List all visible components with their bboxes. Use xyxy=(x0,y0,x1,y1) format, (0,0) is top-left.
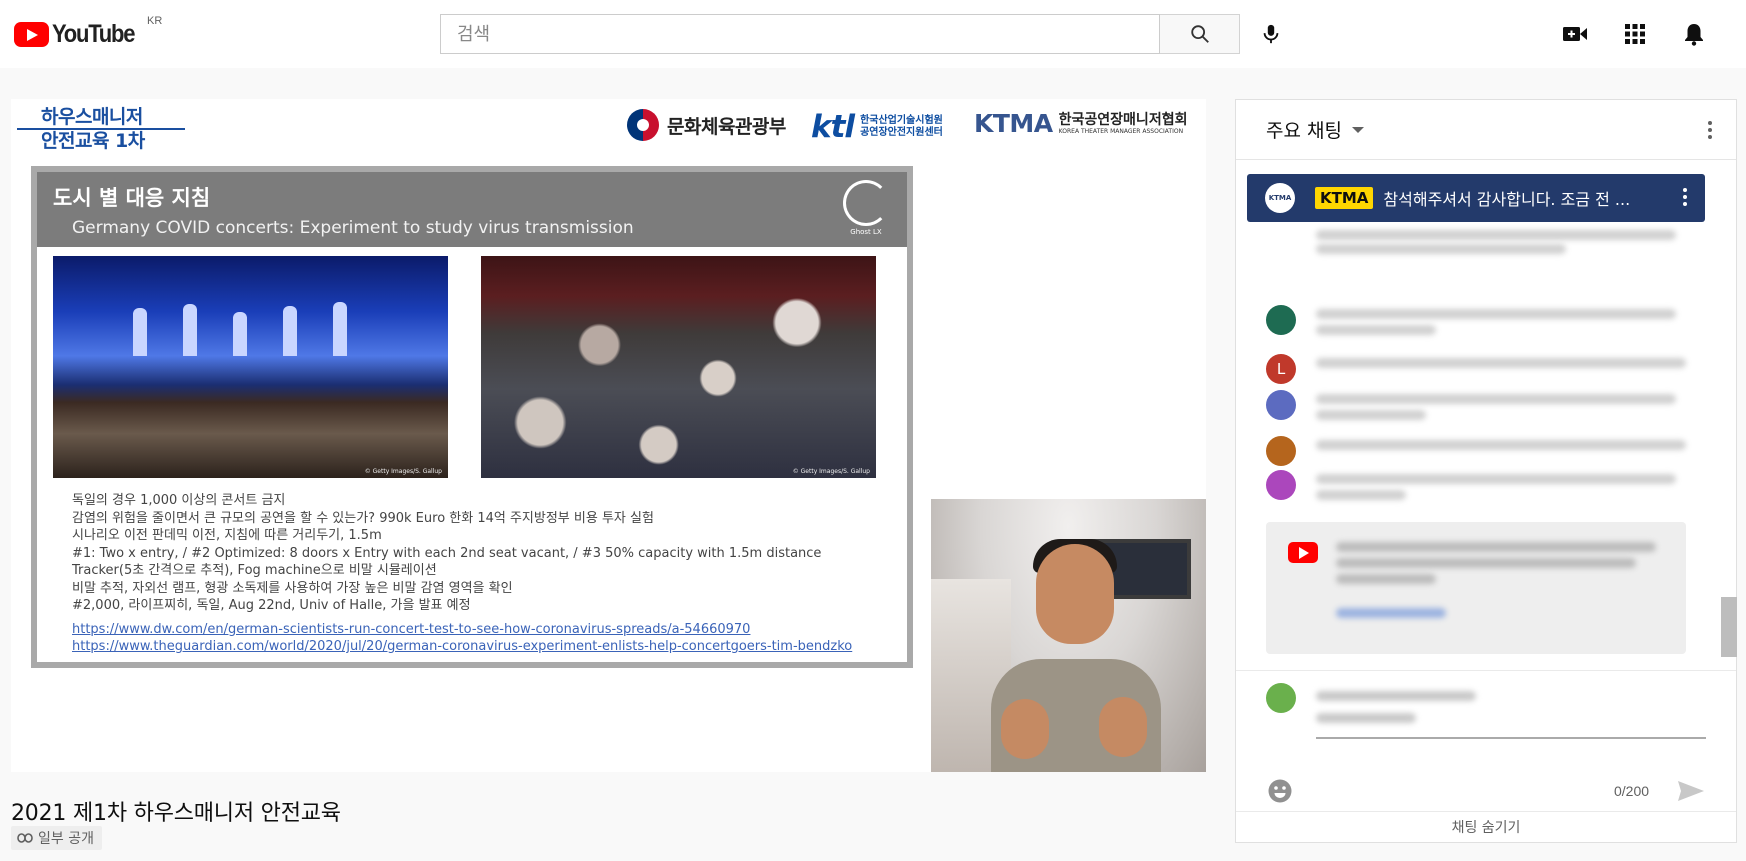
badge-ring-icon xyxy=(843,180,889,226)
sponsor-ktl-mark: ktl xyxy=(811,109,855,145)
pinned-message[interactable]: KTMA KTMA 참석해주셔서 감사합니다. 조금 전 ... xyxy=(1247,174,1705,222)
privacy-label: 일부 공개 xyxy=(38,831,94,847)
notifications-bell-icon xyxy=(1685,24,1703,46)
presentation-slide: 도시 별 대응 지침 Germany COVID concerts: Exper… xyxy=(31,166,913,668)
mic-icon xyxy=(1263,24,1279,44)
send-button[interactable] xyxy=(1676,777,1706,805)
author-badge: KTMA xyxy=(1315,187,1374,209)
video-player[interactable]: 하우스매니저 안전교육 1차 문화체육관광부 ktl 한국산업기술시험원 공연장… xyxy=(11,99,1206,772)
avatar xyxy=(1266,305,1296,335)
avatar xyxy=(1266,436,1296,466)
pinned-more-button[interactable] xyxy=(1683,188,1687,206)
event-logo-line1: 하우스매니저 xyxy=(41,106,143,128)
avatar: L xyxy=(1266,354,1296,384)
sponsor-ktl-line2: 공연장안전지원센터 xyxy=(860,127,943,138)
user-avatar xyxy=(1266,683,1296,713)
sponsor-mcst-name: 문화체육관광부 xyxy=(667,115,786,138)
slide-line: #2,000, 라이프찌히, 독일, Aug 22nd, Univ of Hal… xyxy=(72,598,471,613)
slide-line: #1: Two x entry, / #2 Optimized: 8 doors… xyxy=(72,545,822,561)
pinned-message-text: 참석해주셔서 감사합니다. 조금 전 ... xyxy=(1383,190,1631,209)
sponsor-ktl: ktl 한국산업기술시험원 공연장안전지원센터 xyxy=(811,109,943,145)
youtube-play-icon xyxy=(14,21,49,47)
youtube-system-message xyxy=(1266,522,1686,654)
masked-audience-photo: © Getty Images/S. Gallup xyxy=(481,256,876,478)
link-icon xyxy=(17,833,33,843)
photo-credit: © Getty Images/S. Gallup xyxy=(792,468,870,475)
search-box xyxy=(440,14,1160,54)
youtube-logo[interactable]: YouTube KR xyxy=(14,15,162,49)
send-icon xyxy=(1678,781,1704,801)
slide-line: 감염의 위험을 줄이면서 큰 규모의 공연을 할 수 있는가? 990k Eur… xyxy=(72,510,654,526)
chat-compose xyxy=(1236,670,1736,770)
chat-toolbar: 0/200 xyxy=(1236,770,1736,812)
badge-label: Ghost LX xyxy=(850,228,882,236)
emoji-button[interactable] xyxy=(1266,777,1294,805)
create-video-icon xyxy=(1563,27,1587,41)
caret-down-icon xyxy=(1351,126,1364,133)
slide-title-bar: 도시 별 대응 지침 Germany COVID concerts: Exper… xyxy=(37,172,907,247)
chat-header: 주요 채팅 xyxy=(1236,100,1736,160)
chat-mode-label: 주요 채팅 xyxy=(1266,120,1342,142)
create-button[interactable] xyxy=(1559,18,1591,50)
live-chat-panel: 주요 채팅 L KTMA KTMA 참석해주셔서 감사합니다. 조금 전 ...… xyxy=(1235,99,1737,843)
voice-search-button[interactable] xyxy=(1255,18,1287,50)
search-input[interactable] xyxy=(441,15,1159,53)
slide-line: Tracker(5초 간격으로 추적), Fog machine으로 비말 시뮬… xyxy=(72,563,437,578)
slide-line: 비말 추적, 자외선 램프, 형광 소독제를 사용하여 가장 높은 비말 감염 … xyxy=(72,580,513,596)
sponsor-ktma-kr: 한국공연장매니저협회 xyxy=(1058,112,1188,128)
sponsor-ktma-mark: KTMA xyxy=(974,109,1053,138)
slide-line: 독일의 경우 1,000 이상의 콘서트 금지 xyxy=(72,493,286,508)
chat-mode-dropdown[interactable]: 주요 채팅 xyxy=(1266,116,1364,143)
youtube-icon xyxy=(1288,542,1318,563)
apps-grid-icon xyxy=(1625,24,1645,44)
char-count: 0/200 xyxy=(1614,783,1650,799)
chat-scrollbar[interactable] xyxy=(1721,597,1737,657)
slide-link: https://www.dw.com/en/german-scientists-… xyxy=(72,621,751,637)
concert-stage-photo: © Getty Images/S. Gallup xyxy=(53,256,448,478)
video-title: 2021 제1차 하우스매니저 안전교육 xyxy=(11,801,341,826)
taegeuk-icon xyxy=(627,109,659,141)
photo-credit: © Getty Images/S. Gallup xyxy=(364,468,442,475)
notifications-button[interactable] xyxy=(1678,18,1710,50)
ghost-lx-badge: Ghost LX xyxy=(837,180,895,242)
pinned-avatar: KTMA xyxy=(1265,183,1295,213)
sponsor-mcst: 문화체육관광부 xyxy=(627,109,786,141)
slide-subtitle: Germany COVID concerts: Experiment to st… xyxy=(72,218,634,238)
chat-more-button[interactable] xyxy=(1698,118,1722,142)
top-bar: YouTube KR xyxy=(0,0,1746,68)
region-code: KR xyxy=(147,15,163,27)
avatar xyxy=(1266,390,1296,420)
search-button[interactable] xyxy=(1160,14,1240,54)
slide-title: 도시 별 대응 지침 xyxy=(53,186,211,210)
sponsor-ktl-line1: 한국산업기술시험원 xyxy=(860,115,943,126)
slide-line: 시나리오 이전 판데믹 이전, 지침에 따른 거리두기, 1.5m xyxy=(72,528,382,543)
presenter-webcam xyxy=(931,499,1206,772)
sponsor-ktma: KTMA 한국공연장매니저협회 KOREA THEATER MANAGER AS… xyxy=(974,109,1187,138)
emoji-icon xyxy=(1268,779,1292,803)
event-logo-line xyxy=(17,128,185,130)
chat-input[interactable] xyxy=(1316,737,1706,739)
band-on-stage xyxy=(113,296,393,356)
apps-button[interactable] xyxy=(1619,18,1651,50)
privacy-badge: 일부 공개 xyxy=(11,826,102,850)
slide-link: https://www.theguardian.com/world/2020/j… xyxy=(72,639,853,654)
sponsor-ktma-en: KOREA THEATER MANAGER ASSOCIATION xyxy=(1058,128,1184,135)
slide-body: 독일의 경우 1,000 이상의 콘서트 금지 감염의 위험을 줄이면서 큰 규… xyxy=(72,492,892,656)
avatar xyxy=(1266,470,1296,500)
hide-chat-button[interactable]: 채팅 숨기기 xyxy=(1236,812,1736,844)
event-logo: 하우스매니저 안전교육 1차 xyxy=(17,105,191,153)
event-logo-line2: 안전교육 1차 xyxy=(41,130,145,152)
search-icon xyxy=(1190,25,1209,43)
logo-wordmark: YouTube xyxy=(52,19,135,48)
